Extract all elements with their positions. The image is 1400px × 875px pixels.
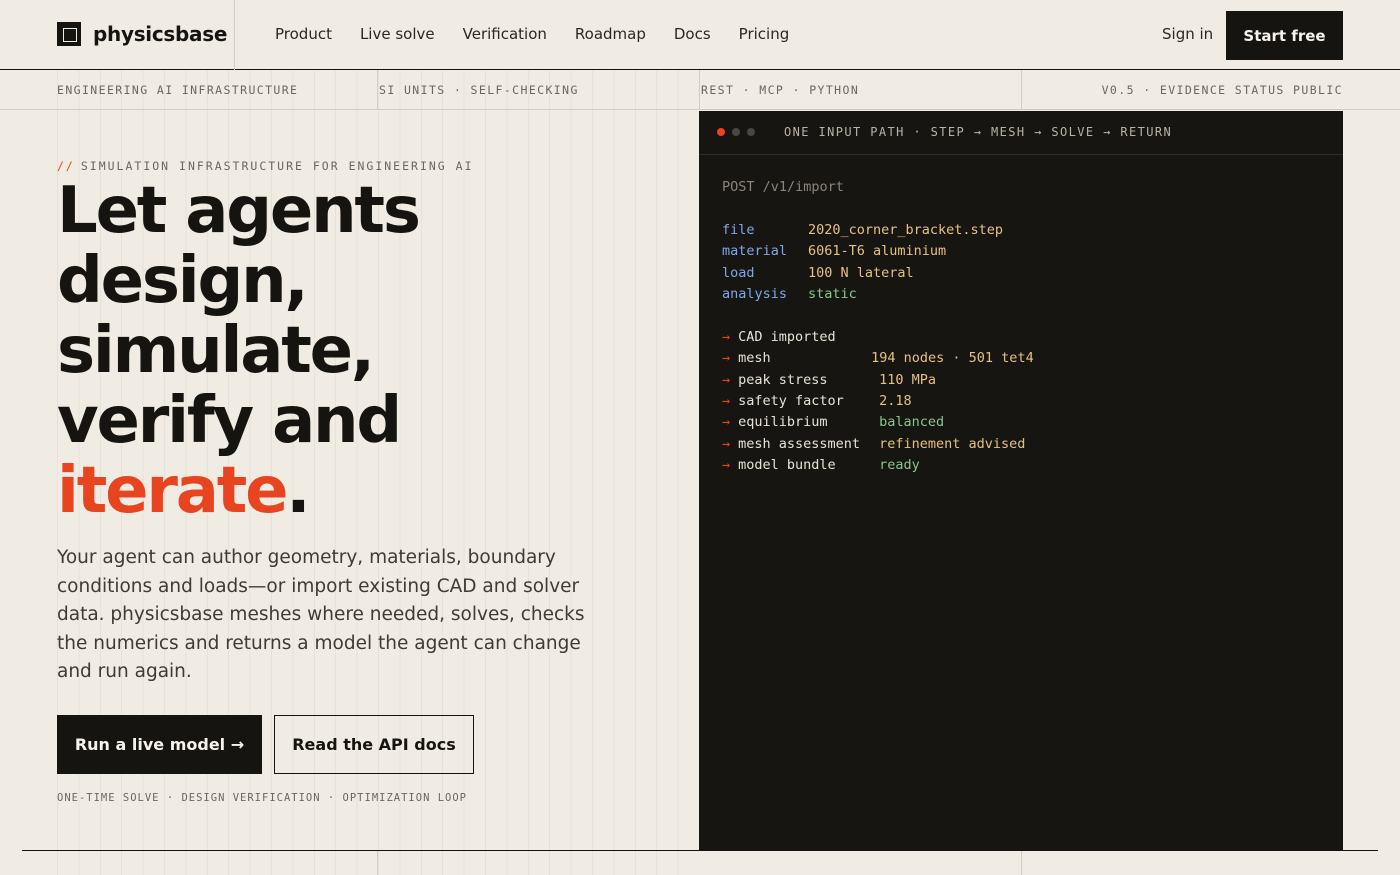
headline-line: verify and	[57, 384, 402, 458]
eyebrow-text: SIMULATION INFRASTRUCTURE FOR ENGINEERIN…	[80, 159, 474, 173]
header-divider	[234, 0, 235, 70]
arrow-icon: →	[722, 350, 731, 367]
result-label: peak stress	[738, 371, 828, 388]
input-value: static	[808, 285, 857, 302]
footer-divider	[377, 851, 378, 875]
result-row: → peak stress 110 MPa	[722, 370, 1034, 391]
brand-logo[interactable]: physicsbase	[57, 22, 227, 46]
result-label: equilibrium	[738, 414, 828, 431]
start-free-button[interactable]: Start free	[1226, 11, 1343, 60]
section-rule	[22, 850, 1378, 851]
result-label: model bundle	[738, 457, 836, 474]
input-row: load 100 N lateral	[722, 263, 1034, 284]
input-key: file	[722, 221, 755, 238]
input-row: file 2020_corner_bracket.step	[722, 220, 1034, 241]
result-value: balanced	[879, 414, 945, 431]
arrow-icon: →	[722, 414, 731, 431]
arrow-icon: →	[722, 371, 731, 388]
hero-headline: Let agents design, simulate, verify and …	[57, 176, 677, 526]
ticker-item: REST · MCP · PYTHON	[701, 83, 860, 97]
headline-accent: iterate	[57, 454, 288, 528]
logo-mark-icon	[57, 22, 81, 46]
hero-footnote: ONE-TIME SOLVE · DESIGN VERIFICATION · O…	[57, 792, 468, 804]
result-row: → model bundle ready	[722, 455, 1034, 476]
headline-line: simulate,	[57, 314, 375, 388]
nav-item-pricing[interactable]: Pricing	[739, 25, 790, 43]
read-api-docs-button[interactable]: Read the API docs	[274, 715, 474, 774]
terminal-titlebar: ONE INPUT PATH · STEP → MESH → SOLVE → R…	[699, 111, 1343, 155]
input-value: 2020_corner_bracket.step	[808, 221, 1004, 238]
result-label: CAD imported	[738, 328, 836, 345]
ticker-item: ENGINEERING AI INFRASTRUCTURE	[57, 83, 299, 97]
nav-item-verification[interactable]: Verification	[463, 25, 547, 43]
arrow-icon: →	[722, 392, 731, 409]
result-value: ready	[879, 457, 920, 474]
result-row: → safety factor 2.18	[722, 391, 1034, 412]
site-header: physicsbase Product Live solve Verificat…	[0, 0, 1400, 70]
window-dot-icon	[747, 128, 755, 136]
nav-item-roadmap[interactable]: Roadmap	[575, 25, 646, 43]
input-row: material 6061-T6 aluminium	[722, 241, 1034, 262]
input-key: load	[722, 264, 755, 281]
eyebrow-marker: //	[57, 159, 75, 173]
result-row: → CAD imported	[722, 327, 1034, 348]
headline-line-last: iterate.	[57, 456, 677, 526]
window-controls	[717, 128, 755, 136]
terminal-title: ONE INPUT PATH · STEP → MESH → SOLVE → R…	[784, 125, 1173, 139]
run-live-model-button[interactable]: Run a live model →	[57, 715, 262, 774]
arrow-icon: →	[722, 328, 731, 345]
nav-item-product[interactable]: Product	[275, 25, 332, 43]
brand-name: physicsbase	[93, 22, 228, 46]
result-value: refinement advised	[879, 435, 1026, 452]
hero-description: Your agent can author geometry, material…	[57, 547, 585, 682]
request-line: POST /v1/import	[722, 179, 844, 195]
arrow-icon: →	[722, 435, 731, 452]
hero-eyebrow: // SIMULATION INFRASTRUCTURE FOR ENGINEER…	[57, 159, 474, 173]
result-value: 110 MPa	[879, 371, 937, 388]
footer-divider	[1021, 851, 1022, 875]
headline-period: .	[286, 454, 310, 528]
sign-in-link[interactable]: Sign in	[1162, 25, 1213, 43]
terminal-panel: ONE INPUT PATH · STEP → MESH → SOLVE → R…	[699, 111, 1343, 850]
arrow-icon: →	[722, 457, 731, 474]
input-value: 6061-T6 aluminium	[808, 243, 947, 260]
result-value: 194 nodes · 501 tet4	[871, 350, 1034, 367]
nav-item-live-solve[interactable]: Live solve	[360, 25, 435, 43]
window-dot-icon	[717, 128, 725, 136]
headline-line: design,	[57, 244, 309, 318]
result-label: mesh	[738, 350, 771, 367]
result-label: safety factor	[738, 392, 844, 409]
window-dot-icon	[732, 128, 740, 136]
headline-line: Let agents	[57, 174, 421, 248]
ticker-item: SI UNITS · SELF-CHECKING	[379, 83, 579, 97]
result-row: → mesh 194 nodes · 501 tet4	[722, 348, 1034, 369]
input-row: analysis static	[722, 284, 1034, 305]
input-key: material	[722, 243, 788, 260]
result-label: mesh assessment	[738, 435, 861, 452]
terminal-body: POST /v1/import file 2020_corner_bracket.…	[722, 177, 1034, 476]
input-key: analysis	[722, 285, 788, 302]
main-nav: Product Live solve Verification Roadmap …	[275, 25, 789, 43]
result-row: → mesh assessment refinement advised	[722, 434, 1034, 455]
nav-item-docs[interactable]: Docs	[674, 25, 711, 43]
result-value: 2.18	[879, 392, 912, 409]
result-row: → equilibrium balanced	[722, 412, 1034, 433]
ticker-item: V0.5 · EVIDENCE STATUS PUBLIC	[1101, 83, 1343, 97]
input-value: 100 N lateral	[808, 264, 914, 281]
info-ticker: ENGINEERING AI INFRASTRUCTURE SI UNITS ·…	[0, 70, 1400, 110]
